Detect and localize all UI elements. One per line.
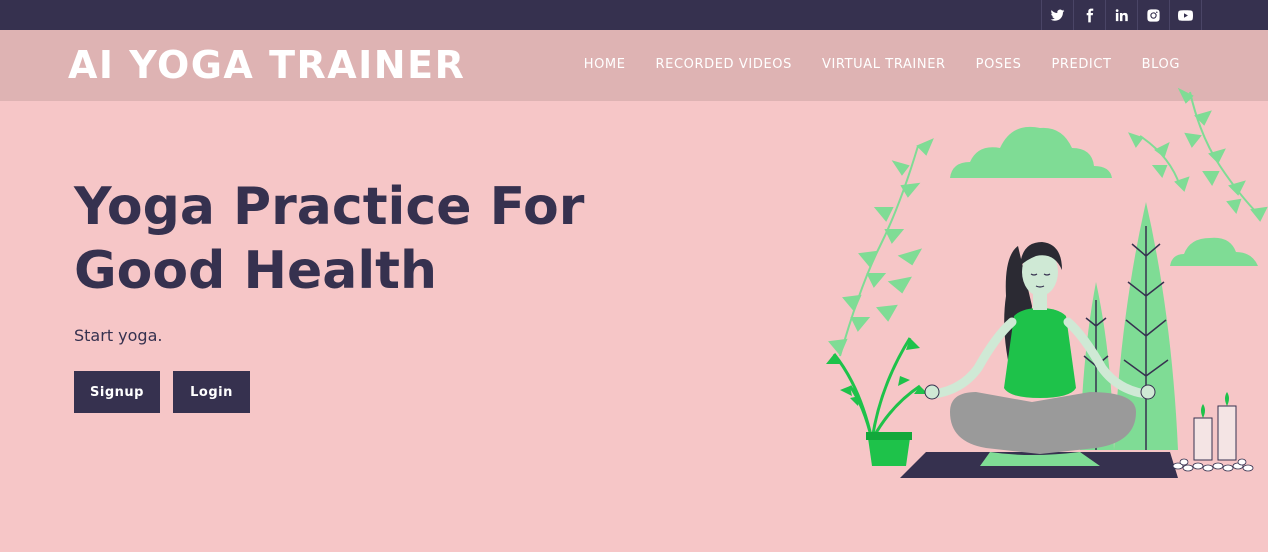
hero-title-line-1: Yoga Practice For: [74, 177, 585, 237]
twitter-icon[interactable]: [1042, 0, 1074, 30]
cloud-illustration: [1170, 237, 1258, 266]
nav-home[interactable]: HOME: [584, 57, 626, 72]
brand-logo[interactable]: AI YOGA TRAINER: [68, 43, 465, 87]
instagram-icon[interactable]: [1138, 0, 1170, 30]
nav-blog[interactable]: BLOG: [1142, 57, 1180, 72]
nav-poses[interactable]: POSES: [976, 57, 1022, 72]
nav-virtual-trainer[interactable]: VIRTUAL TRAINER: [822, 57, 946, 72]
cloud-illustration: [950, 126, 1112, 178]
login-button[interactable]: Login: [173, 371, 250, 413]
hero-title-line-2: Good Health: [74, 241, 438, 301]
yoga-meditation-illustration: [826, 87, 1268, 478]
vine-illustration: [828, 138, 934, 357]
hero-subtitle: Start yoga.: [74, 326, 163, 345]
main-nav: HOME RECORDED VIDEOS VIRTUAL TRAINER POS…: [584, 57, 1180, 72]
vine-illustration: [1128, 87, 1268, 222]
nav-predict[interactable]: PREDICT: [1051, 57, 1111, 72]
potted-plant-illustration: [826, 337, 928, 466]
meditating-woman-illustration: [924, 242, 1156, 466]
nav-recorded-videos[interactable]: RECORDED VIDEOS: [656, 57, 792, 72]
youtube-icon[interactable]: [1170, 0, 1202, 30]
top-social-bar: [0, 0, 1268, 30]
linkedin-icon[interactable]: [1106, 0, 1138, 30]
signup-button[interactable]: Signup: [74, 371, 160, 413]
facebook-icon[interactable]: [1074, 0, 1106, 30]
social-links: [1041, 0, 1202, 30]
hero-title: Yoga Practice For Good Health: [74, 175, 634, 303]
candles-illustration: [1172, 392, 1254, 472]
